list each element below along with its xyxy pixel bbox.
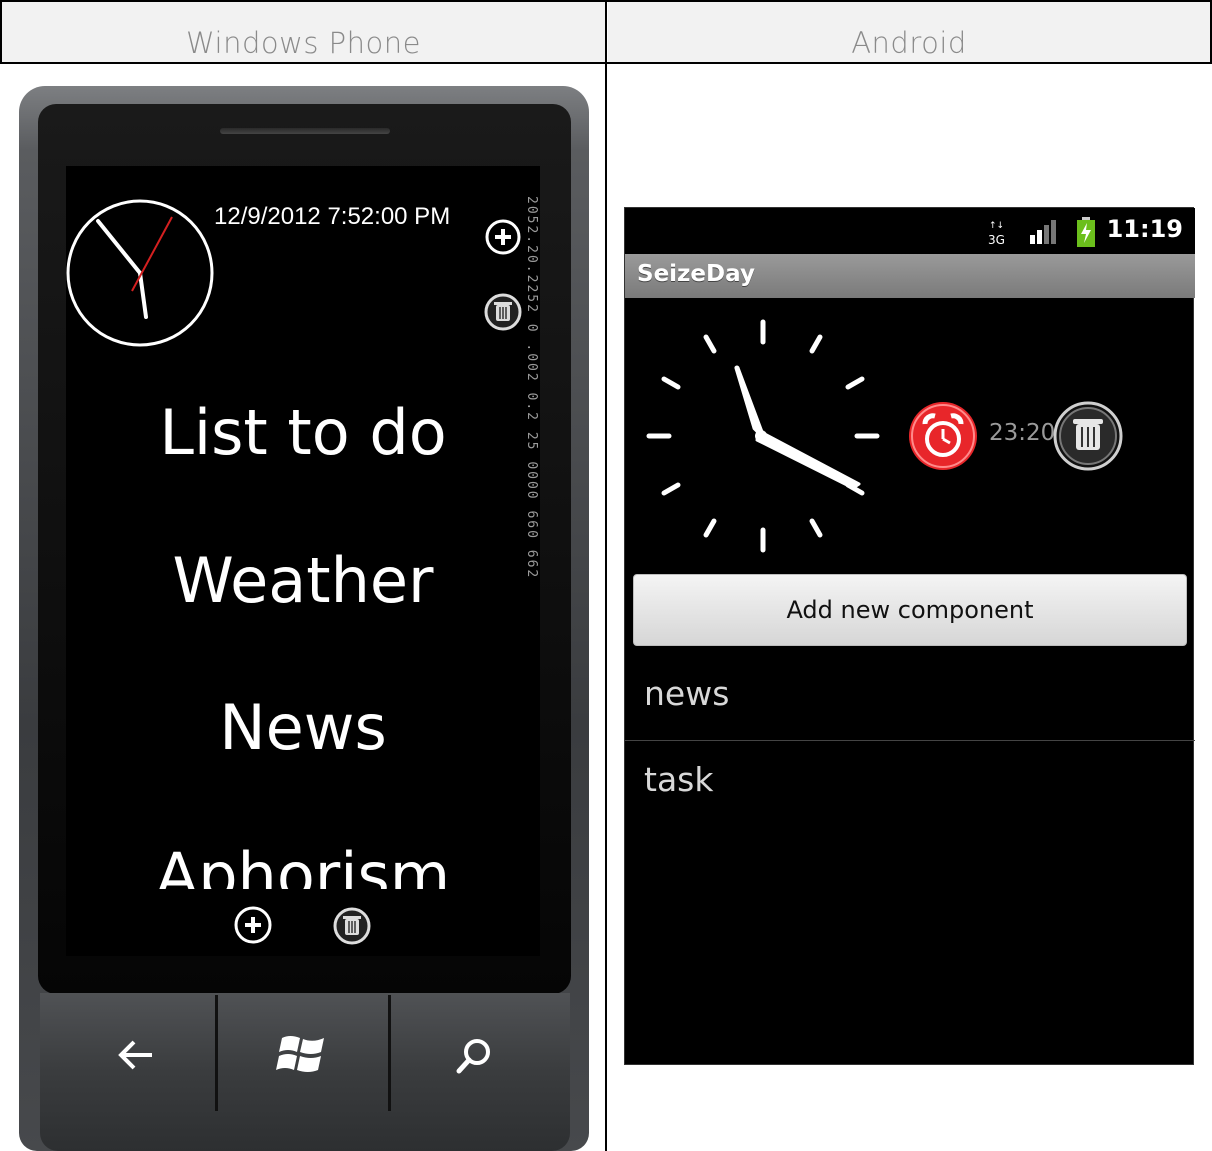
add-icon[interactable] (484, 218, 522, 256)
search-icon[interactable] (454, 1036, 494, 1076)
speaker-grille (220, 128, 390, 134)
alarm-time-label: 23:20 (989, 420, 1056, 446)
header-windows-phone: Windows Phone (2, 2, 605, 62)
table-border-left (0, 0, 2, 64)
hw-separator (388, 995, 391, 1111)
delete-icon[interactable] (1052, 400, 1124, 472)
signal-icon (1030, 220, 1056, 244)
network-label: 3G (988, 233, 1005, 246)
list-divider (625, 740, 1195, 741)
list-item-weather[interactable]: Weather (66, 544, 540, 617)
windows-logo-icon[interactable] (276, 1030, 328, 1078)
header-windows-phone-label: Windows Phone (185, 26, 421, 60)
android-screen: ↑↓ 3G 11:19 SeizeDay 23:20 Add new compo… (624, 207, 1195, 1065)
delete-icon[interactable] (332, 906, 372, 946)
hw-separator (215, 995, 218, 1111)
list-item-todo[interactable]: List to do (66, 396, 540, 469)
list-item-label: task (644, 760, 714, 799)
analog-clock (66, 199, 214, 347)
delete-icon[interactable] (483, 292, 523, 332)
network-3g-icon: ↑↓ 3G (988, 221, 1005, 246)
header-android-label: Android (851, 26, 967, 60)
battery-charging-icon (1077, 217, 1095, 247)
header-android: Android (608, 2, 1210, 62)
add-component-button[interactable]: Add new component (633, 574, 1187, 646)
add-icon[interactable] (233, 905, 273, 945)
title-bar: SeizeDay (625, 254, 1195, 298)
list-item-task[interactable]: task (625, 760, 1195, 826)
datetime-label: 12/9/2012 7:52:00 PM (214, 203, 451, 230)
status-time: 11:19 (1106, 215, 1183, 243)
analog-clock (646, 319, 880, 553)
list-item-news[interactable]: News (66, 691, 540, 764)
back-icon[interactable] (116, 1037, 156, 1073)
list-item-aphorism[interactable]: Aphorism (66, 839, 540, 889)
app-title: SeizeDay (637, 261, 755, 287)
list-item-label: news (644, 674, 730, 713)
status-bar: ↑↓ 3G 11:19 (625, 208, 1195, 254)
hour-hand (755, 430, 861, 490)
svg-text:↑↓: ↑↓ (989, 221, 1004, 231)
windows-phone-screen: 12/9/2012 7:52:00 PM 2052.20.2252 0 .002… (66, 166, 540, 956)
table-column-divider (605, 0, 607, 1151)
vertical-debug-text: 2052.20.2252 0 .002 0.2 25 0000 660 662 (524, 196, 539, 580)
list-item-news[interactable]: news (625, 674, 1195, 740)
alarm-icon[interactable] (907, 400, 979, 472)
minute-hand (734, 365, 766, 439)
